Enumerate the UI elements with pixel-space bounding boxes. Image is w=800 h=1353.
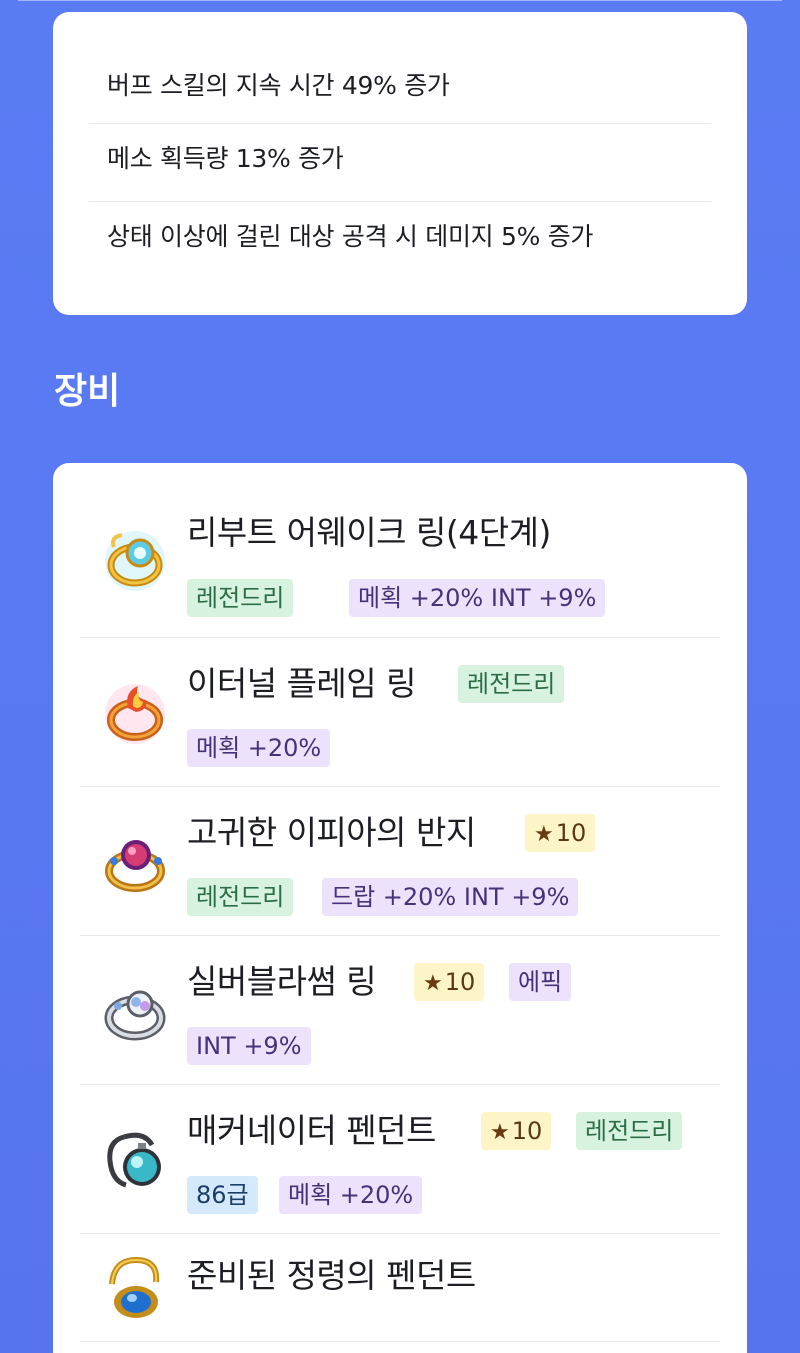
star-icon: ★: [490, 1120, 510, 1145]
item-name: 준비된 정령의 펜던트: [187, 1256, 476, 1295]
rarity-tag: 레전드리: [458, 665, 565, 703]
star-force-tag: ★10: [414, 963, 485, 1001]
potential-tag: 드랍 +20% INT +9%: [322, 878, 579, 916]
ifia-ring-icon: [105, 840, 165, 892]
top-divider: [18, 0, 782, 1]
star-force-tag: ★10: [525, 814, 596, 852]
rarity-tag: 에픽: [509, 963, 572, 1001]
potential-tag: 메획 +20% INT +9%: [349, 579, 606, 617]
item-name: 이터널 플레임 링: [187, 664, 417, 703]
item-name: 매커네이터 펜던트: [187, 1111, 436, 1150]
awake-ring-icon: [105, 531, 165, 591]
item-name: 실버블라썸 링: [187, 962, 377, 1001]
mechanator-pendant-icon: [107, 1132, 161, 1188]
buff-effect-row: 상태 이상에 걸린 대상 공격 시 데미지 5% 증가: [89, 201, 711, 279]
equipment-item-row[interactable]: 이터널 플레임 링 레전드리 메획 +20%: [80, 638, 720, 787]
equipment-card: 리부트 어웨이크 링(4단계) 레전드리 메획 +20% INT +9% 이터널…: [53, 463, 747, 1353]
potential-tag: INT +9%: [187, 1027, 311, 1065]
rarity-tag: 레전드리: [576, 1112, 683, 1150]
equipment-item-row[interactable]: 실버블라썸 링 ★10 에픽 INT +9%: [80, 936, 720, 1085]
item-name: 고귀한 이피아의 반지: [187, 813, 476, 852]
star-force-tag: ★10: [481, 1112, 552, 1150]
rarity-tag: 레전드리: [187, 579, 294, 617]
star-force-value: 10: [555, 819, 587, 847]
potential-tag: 메획 +20%: [279, 1176, 423, 1214]
equipment-item-row[interactable]: 준비된 정령의 펜던트: [80, 1234, 720, 1342]
grade-tag: 86급: [187, 1176, 258, 1214]
buff-effect-row: 버프 스킬의 지속 시간 49% 증가: [107, 71, 450, 100]
equipment-item-row[interactable]: 리부트 어웨이크 링(4단계) 레전드리 메획 +20% INT +9%: [80, 463, 720, 638]
star-force-value: 10: [444, 968, 476, 996]
equipment-item-row[interactable]: 고귀한 이피아의 반지 ★10 레전드리 드랍 +20% INT +9%: [80, 787, 720, 936]
star-force-value: 10: [511, 1117, 543, 1145]
spirit-pendant-icon: [109, 1256, 160, 1318]
silver-blossom-ring-icon: [104, 990, 166, 1041]
set-effect-card: 버프 스킬의 지속 시간 49% 증가 메소 획득량 13% 증가 상태 이상에…: [53, 12, 747, 315]
eternal-flame-ring-icon: [105, 684, 165, 744]
equipment-item-row[interactable]: 매커네이터 펜던트 ★10 레전드리 86급 메획 +20%: [80, 1085, 720, 1234]
potential-tag: 메획 +20%: [187, 729, 331, 767]
star-icon: ★: [534, 822, 554, 847]
buff-effect-row: 메소 획득량 13% 증가: [89, 123, 711, 201]
item-name: 리부트 어웨이크 링(4단계): [187, 513, 551, 552]
star-icon: ★: [423, 971, 443, 996]
rarity-tag: 레전드리: [187, 878, 294, 916]
equipment-section-title: 장비: [54, 371, 121, 412]
